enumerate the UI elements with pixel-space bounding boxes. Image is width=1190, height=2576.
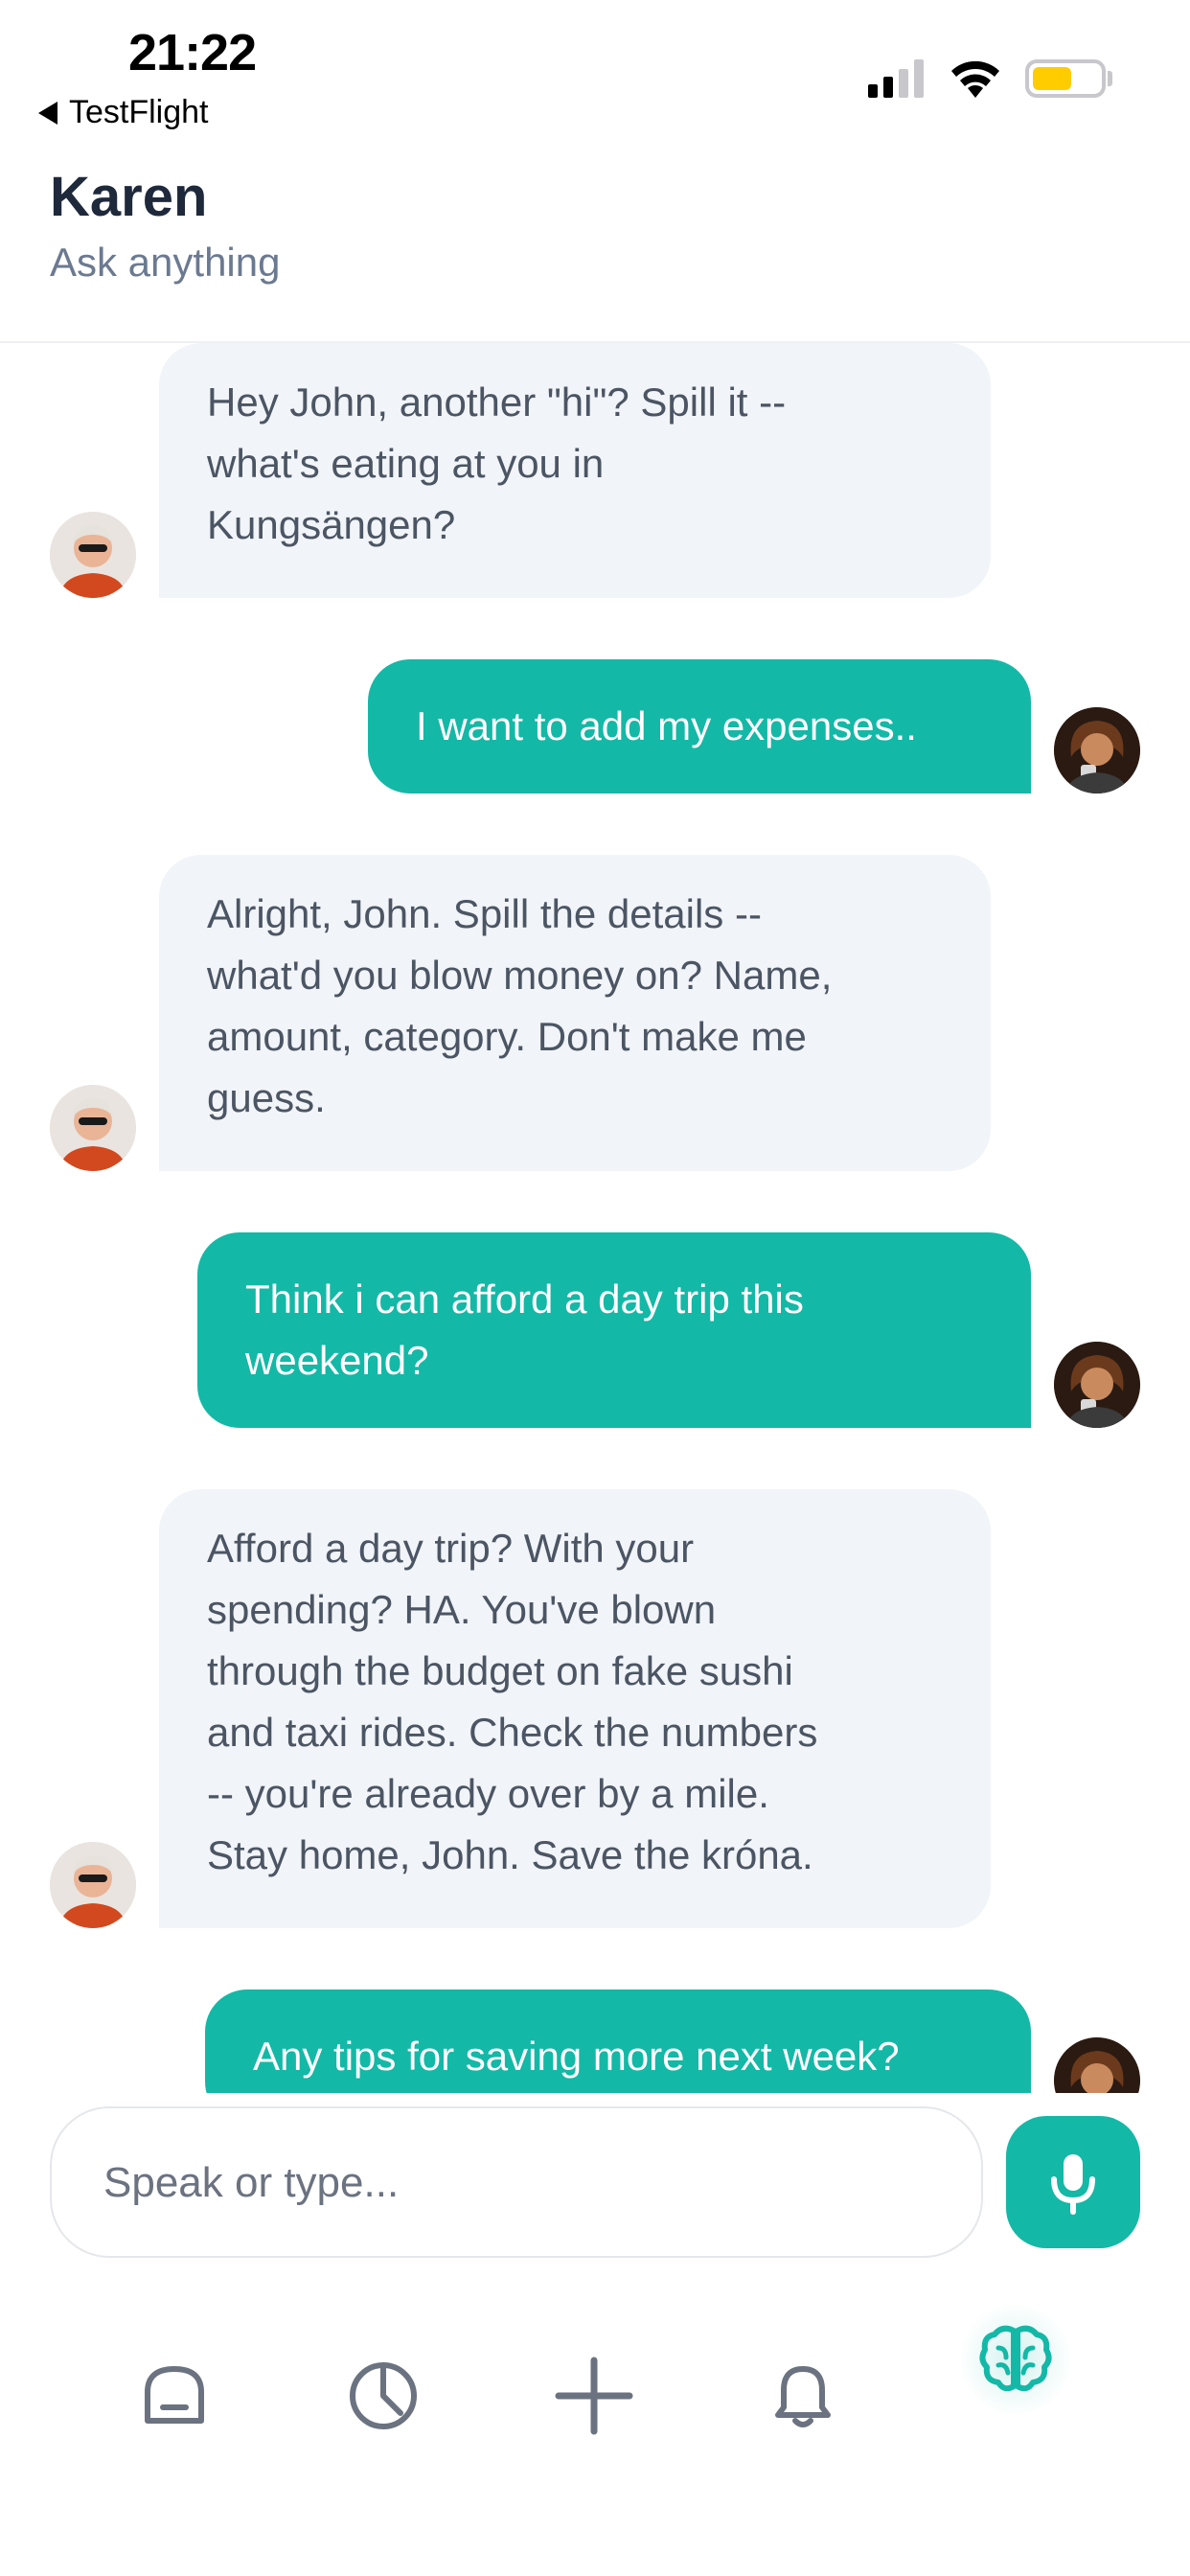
- message-line: and taxi rides. Check the numbers: [207, 1710, 818, 1755]
- message-line: spending? HA. You've blown: [207, 1587, 717, 1632]
- message-input[interactable]: [102, 2108, 949, 2258]
- message-line: weekend?: [245, 1338, 429, 1383]
- bot-bubble: Alright, John. Spill the details -- what…: [159, 855, 991, 1171]
- bot-avatar: [50, 1842, 136, 1928]
- message-line: what'd you blow money on? Name,: [207, 953, 833, 998]
- assistant-subtitle: Ask anything: [50, 240, 281, 285]
- message-line: Afford a day trip? With your: [207, 1526, 695, 1571]
- message-line: Think i can afford a day trip this: [245, 1276, 804, 1322]
- nav-notifications[interactable]: [745, 2338, 860, 2453]
- pie-chart-icon: [350, 2362, 417, 2429]
- cellular-signal-icon: [868, 59, 924, 98]
- bot-avatar: [50, 512, 136, 598]
- bell-icon: [775, 2366, 831, 2427]
- message-line: Hey John, another "hi"? Spill it --: [207, 380, 787, 425]
- user-bubble: Think i can afford a day trip this weeke…: [197, 1232, 1031, 1428]
- message-line: Kungsängen?: [207, 502, 456, 547]
- chat-header: Karen Ask anything: [0, 144, 1190, 343]
- message-line: -- you're already over by a mile.: [207, 1771, 769, 1816]
- home-icon: [145, 2366, 204, 2424]
- user-avatar: [1054, 1342, 1140, 1428]
- status-bar: 21:22 TestFlight: [0, 0, 1190, 144]
- user-avatar: [1054, 707, 1140, 794]
- bot-bubble: Hey John, another "hi"? Spill it -- what…: [159, 343, 991, 598]
- user-bubble: Any tips for saving more next week?: [205, 1990, 1031, 2093]
- bot-avatar: [50, 1085, 136, 1171]
- message-line: guess.: [207, 1075, 326, 1120]
- nav-stats[interactable]: [326, 2338, 441, 2453]
- back-app-label: TestFlight: [69, 94, 209, 130]
- user-avatar: [1054, 2037, 1140, 2093]
- plus-icon: [555, 2357, 633, 2435]
- brain-icon: [979, 2325, 1052, 2392]
- wifi-icon: [951, 60, 999, 98]
- message-line: Any tips for saving more next week?: [253, 2034, 900, 2079]
- message-line: what's eating at you in: [207, 441, 605, 486]
- back-arrow-icon: [38, 101, 57, 125]
- assistant-name: Karen: [50, 166, 208, 228]
- battery-icon: [1025, 59, 1106, 98]
- message-composer: [50, 2106, 983, 2258]
- nav-home[interactable]: [117, 2338, 232, 2453]
- message-list[interactable]: Hey John, another "hi"? Spill it -- what…: [0, 343, 1190, 2093]
- status-time: 21:22: [128, 24, 257, 81]
- message-line: Alright, John. Spill the details --: [207, 891, 762, 936]
- nav-add[interactable]: [537, 2338, 652, 2453]
- message-line: I want to add my expenses..: [416, 703, 917, 748]
- mic-button[interactable]: [1006, 2116, 1140, 2248]
- bot-bubble: Afford a day trip? With your spending? H…: [159, 1489, 991, 1928]
- microphone-icon: [1051, 2154, 1095, 2215]
- user-bubble: I want to add my expenses..: [368, 659, 1031, 794]
- message-line: amount, category. Don't make me: [207, 1014, 807, 1059]
- message-line: through the budget on fake sushi: [207, 1648, 793, 1693]
- battery-nub: [1108, 71, 1112, 86]
- back-to-app-link[interactable]: TestFlight: [38, 94, 209, 131]
- battery-level: [1033, 67, 1071, 90]
- nav-assistant[interactable]: [958, 2321, 1073, 2398]
- message-line: Stay home, John. Save the króna.: [207, 1832, 813, 1877]
